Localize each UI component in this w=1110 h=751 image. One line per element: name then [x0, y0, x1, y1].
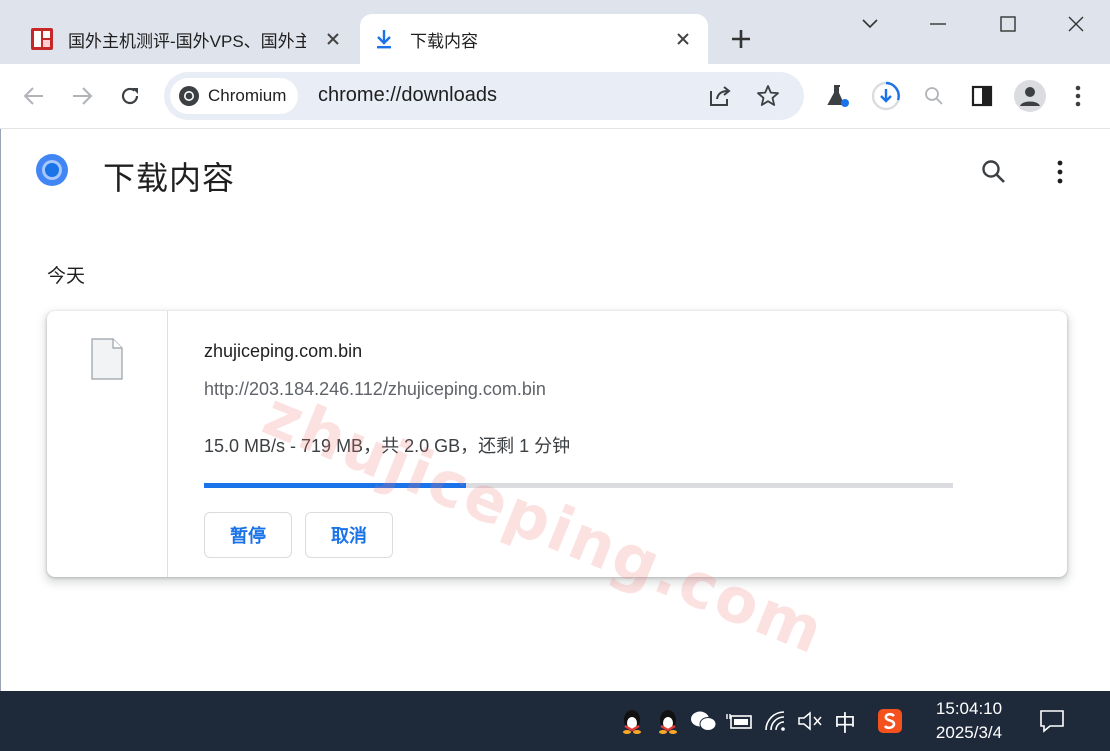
notification-center-icon[interactable]: [1038, 707, 1066, 735]
windows-taskbar: 中 15:04:10 2025/3/4: [0, 691, 1110, 751]
more-actions-icon[interactable]: [1057, 160, 1063, 189]
close-icon[interactable]: [322, 28, 344, 50]
window-close-icon[interactable]: [1056, 8, 1096, 40]
tab-downloads[interactable]: 下载内容: [360, 14, 708, 64]
minimize-icon[interactable]: [918, 8, 958, 40]
labs-flask-icon[interactable]: [822, 80, 854, 112]
card-divider: [167, 311, 168, 577]
tab-search-chevron-icon[interactable]: [850, 8, 890, 40]
new-tab-plus-icon[interactable]: [728, 26, 754, 52]
downloads-indicator-icon[interactable]: [870, 80, 902, 112]
browser-toolbar: Chromium chrome://downloads: [0, 64, 1110, 129]
tab-title: 国外主机测评-国外VPS、国外主机: [68, 31, 306, 51]
clock-time: 15:04:10: [935, 699, 1003, 718]
download-progress-bar: [204, 483, 953, 488]
bookmark-star-icon[interactable]: [752, 80, 784, 112]
chrome-logo-icon: [36, 154, 68, 186]
battery-plug-icon[interactable]: [726, 707, 754, 735]
volume-muted-icon[interactable]: [796, 707, 824, 735]
sogou-input-icon[interactable]: [876, 707, 904, 735]
profile-avatar-icon[interactable]: [1014, 80, 1046, 112]
qq-penguin-icon[interactable]: [654, 707, 682, 735]
wechat-icon[interactable]: [690, 707, 718, 735]
url-text[interactable]: chrome://downloads: [318, 84, 497, 107]
download-icon: [377, 30, 391, 49]
share-icon[interactable]: [704, 80, 736, 112]
chromium-logo-icon: [179, 86, 199, 106]
wifi-icon[interactable]: [762, 707, 790, 735]
close-icon[interactable]: [672, 28, 694, 50]
maximize-icon[interactable]: [988, 8, 1028, 40]
site-favicon-icon: [31, 28, 53, 50]
back-arrow-icon[interactable]: [18, 80, 50, 112]
forward-arrow-icon[interactable]: [66, 80, 98, 112]
pause-button[interactable]: 暂停: [204, 512, 292, 558]
search-downloads-icon[interactable]: [981, 159, 1007, 190]
cancel-button[interactable]: 取消: [305, 512, 393, 558]
date-header: 今天: [47, 266, 86, 287]
taskbar-clock[interactable]: 15:04:10 2025/3/4: [924, 697, 1014, 745]
tab-zhujiceping[interactable]: 国外主机测评-国外VPS、国外主机: [18, 14, 358, 64]
downloads-page: 下载内容 今天 zhujiceping.com.bin http://203.1…: [0, 129, 1110, 691]
side-panel-icon[interactable]: [966, 80, 998, 112]
tab-title: 下载内容: [410, 31, 478, 51]
tab-strip: 国外主机测评-国外VPS、国外主机 下载内容: [0, 0, 1110, 64]
address-bar[interactable]: Chromium chrome://downloads: [164, 72, 804, 120]
file-name-link[interactable]: zhujiceping.com.bin: [204, 341, 362, 362]
browser-menu-icon[interactable]: [1062, 80, 1094, 112]
site-info-chip[interactable]: Chromium: [170, 78, 299, 114]
file-icon: [91, 338, 123, 380]
page-title: 下载内容: [103, 160, 236, 196]
input-method-indicator[interactable]: 中: [834, 706, 856, 738]
qq-penguin-icon[interactable]: [618, 707, 646, 735]
clock-date: 2025/3/4: [935, 723, 1003, 742]
file-source-url[interactable]: http://203.184.246.112/zhujiceping.com.b…: [204, 379, 546, 400]
reload-icon[interactable]: [114, 80, 146, 112]
zoom-search-icon[interactable]: [918, 80, 950, 112]
chip-label: Chromium: [208, 86, 287, 105]
